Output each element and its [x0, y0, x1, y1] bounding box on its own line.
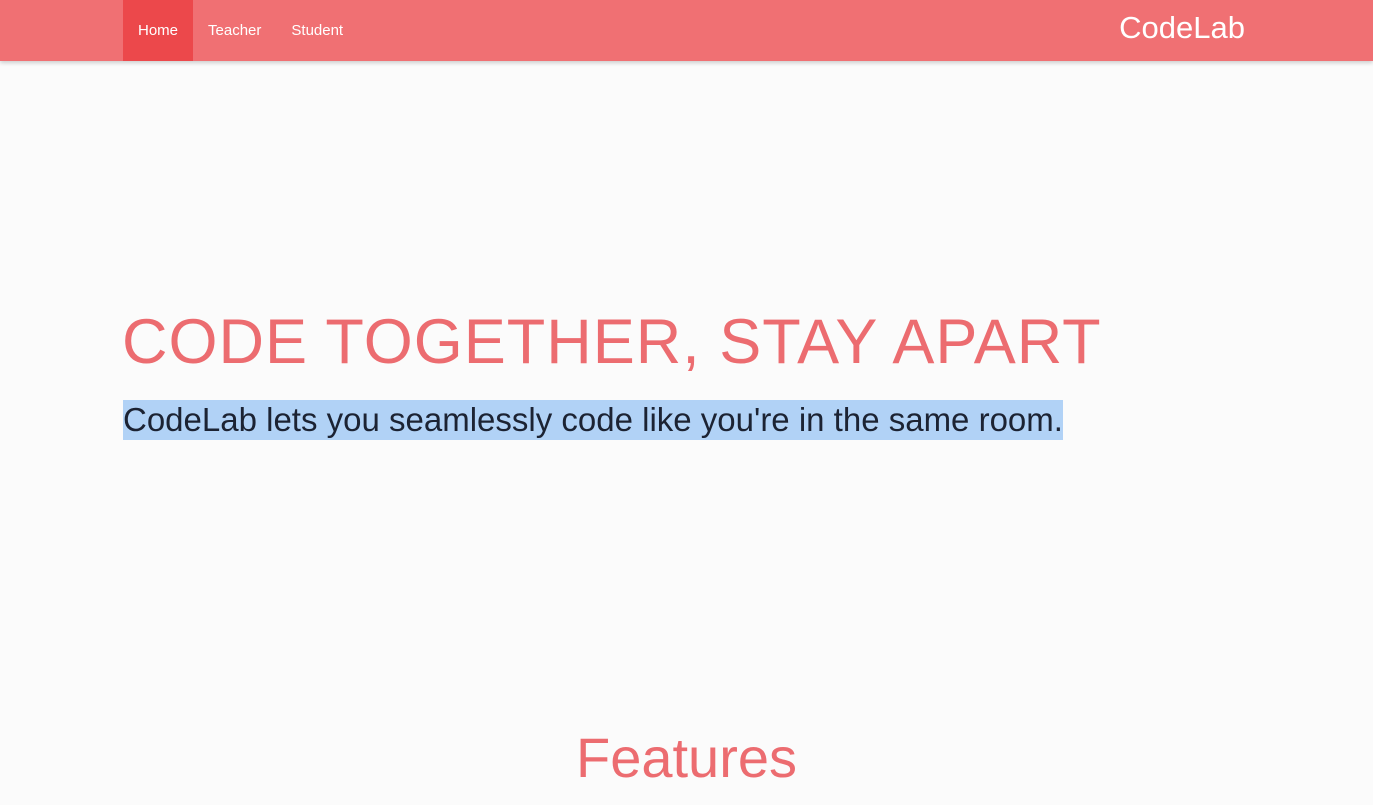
hero-subtitle: CodeLab lets you seamlessly code like yo…: [123, 400, 1063, 440]
nav-item-home[interactable]: Home: [123, 0, 194, 61]
hero-title: CODE TOGETHER, STAY APART: [122, 307, 1102, 377]
brand-logo-link[interactable]: CodeLab: [1119, 10, 1245, 46]
top-navbar: Home Teacher Student CodeLab: [0, 0, 1373, 61]
nav-item-student[interactable]: Student: [276, 0, 358, 61]
features-heading: Features: [576, 726, 797, 789]
nav-links: Home Teacher Student: [123, 0, 358, 61]
nav-item-teacher[interactable]: Teacher: [193, 0, 276, 61]
